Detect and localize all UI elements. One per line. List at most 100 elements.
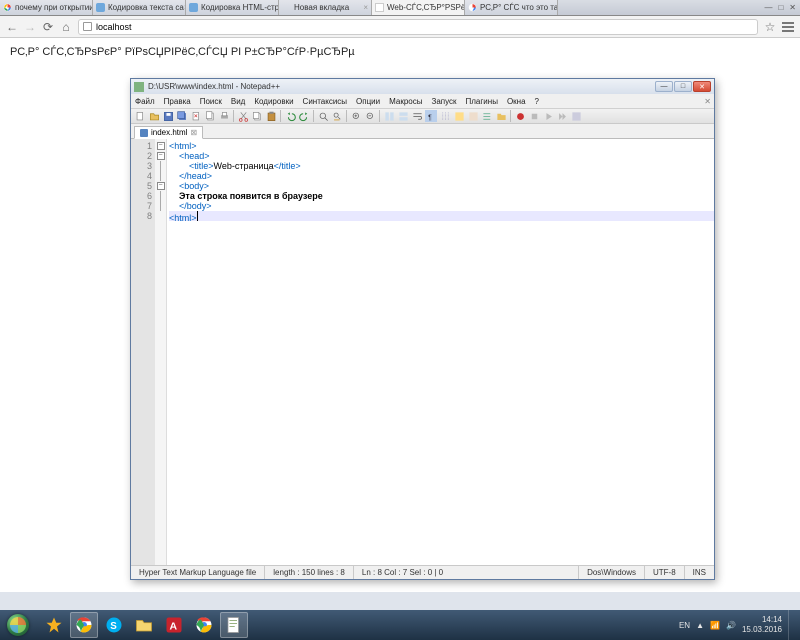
window-close-icon[interactable]: ✕ bbox=[789, 3, 796, 12]
paste-icon[interactable] bbox=[265, 110, 277, 122]
menu-windows[interactable]: Окна bbox=[507, 97, 526, 106]
taskbar-item-chrome[interactable] bbox=[70, 612, 98, 638]
folder-panel-icon[interactable] bbox=[495, 110, 507, 122]
back-button[interactable]: ← bbox=[6, 21, 18, 33]
taskbar-item-chrome-2[interactable] bbox=[190, 612, 218, 638]
bookmark-star-icon[interactable]: ☆ bbox=[764, 21, 776, 33]
show-all-chars-icon[interactable]: ¶ bbox=[425, 110, 437, 122]
npp-title: D:\USR\www\index.html - Notepad++ bbox=[148, 82, 280, 91]
page-icon bbox=[96, 3, 105, 12]
menu-help[interactable]: ? bbox=[535, 97, 539, 106]
browser-tab[interactable]: Новая вкладка × bbox=[279, 0, 372, 15]
window-close-button[interactable]: ✕ bbox=[693, 81, 711, 92]
menu-search[interactable]: Поиск bbox=[200, 97, 222, 106]
taskbar-item-skype[interactable]: S bbox=[100, 612, 128, 638]
indent-guide-icon[interactable] bbox=[439, 110, 451, 122]
show-desktop-button[interactable] bbox=[788, 610, 796, 640]
fold-toggle-icon[interactable]: − bbox=[157, 142, 165, 150]
taskbar-item-adobe-reader[interactable]: A bbox=[160, 612, 188, 638]
window-minimize-button[interactable]: — bbox=[655, 81, 673, 92]
browser-tab[interactable]: почему при открытии × bbox=[0, 0, 93, 15]
browser-tab[interactable]: Кодировка HTML-стр × bbox=[186, 0, 279, 15]
replace-icon[interactable] bbox=[331, 110, 343, 122]
new-file-icon[interactable] bbox=[134, 110, 146, 122]
chrome-menu-icon[interactable] bbox=[782, 22, 794, 32]
file-tab-close-icon[interactable]: ⊠ bbox=[190, 128, 197, 137]
close-file-icon[interactable] bbox=[190, 110, 202, 122]
zoom-out-icon[interactable] bbox=[364, 110, 376, 122]
fold-gutter: − − − bbox=[155, 139, 167, 565]
window-maximize-icon[interactable]: □ bbox=[778, 3, 783, 12]
menu-file[interactable]: Файл bbox=[135, 97, 155, 106]
tab-close-icon[interactable]: × bbox=[363, 3, 368, 12]
window-maximize-button[interactable]: □ bbox=[674, 81, 692, 92]
tray-flag-icon[interactable]: ▲ bbox=[696, 621, 704, 630]
google-icon bbox=[468, 3, 477, 12]
macro-play-icon[interactable] bbox=[542, 110, 554, 122]
npp-file-tab[interactable]: index.html ⊠ bbox=[134, 126, 203, 139]
browser-tab-active[interactable]: Web-СЃС‚СЂР°РЅРёС × bbox=[372, 0, 465, 15]
menu-macros[interactable]: Макросы bbox=[389, 97, 422, 106]
home-button[interactable]: ⌂ bbox=[60, 21, 72, 33]
tray-volume-icon[interactable]: 🔊 bbox=[726, 621, 736, 630]
taskbar-item-explorer[interactable] bbox=[130, 612, 158, 638]
browser-toolbar: ← → ⟳ ⌂ localhost ☆ bbox=[0, 16, 800, 38]
status-length: length : 150 lines : 8 bbox=[265, 566, 354, 579]
menu-edit[interactable]: Правка bbox=[164, 97, 191, 106]
browser-tab[interactable]: РС‚Р° СЃС что это так × bbox=[465, 0, 558, 15]
menu-view[interactable]: Вид bbox=[231, 97, 245, 106]
reload-button[interactable]: ⟳ bbox=[42, 21, 54, 33]
close-all-icon[interactable] bbox=[204, 110, 216, 122]
document-close-icon[interactable]: ✕ bbox=[704, 97, 711, 106]
macro-save-icon[interactable] bbox=[570, 110, 582, 122]
blank-icon bbox=[282, 3, 291, 12]
status-position: Ln : 8 Col : 7 Sel : 0 | 0 bbox=[354, 566, 579, 579]
doc-map-icon[interactable] bbox=[467, 110, 479, 122]
start-button[interactable] bbox=[0, 610, 36, 640]
lang-udl-icon[interactable] bbox=[453, 110, 465, 122]
sync-h-icon[interactable] bbox=[397, 110, 409, 122]
menu-options[interactable]: Опции bbox=[356, 97, 380, 106]
npp-statusbar: Hyper Text Markup Language file length :… bbox=[131, 565, 714, 579]
menu-encoding[interactable]: Кодировки bbox=[254, 97, 293, 106]
language-indicator[interactable]: EN bbox=[679, 621, 690, 630]
browser-tab[interactable]: Кодировка текста са × bbox=[93, 0, 186, 15]
window-minimize-icon[interactable]: — bbox=[764, 3, 772, 12]
macro-record-icon[interactable] bbox=[514, 110, 526, 122]
copy-icon[interactable] bbox=[251, 110, 263, 122]
google-icon bbox=[3, 3, 12, 12]
zoom-in-icon[interactable] bbox=[350, 110, 362, 122]
find-icon[interactable] bbox=[317, 110, 329, 122]
print-icon[interactable] bbox=[218, 110, 230, 122]
page-icon bbox=[189, 3, 198, 12]
undo-icon[interactable] bbox=[284, 110, 296, 122]
func-list-icon[interactable] bbox=[481, 110, 493, 122]
tray-network-icon[interactable]: 📶 bbox=[710, 621, 720, 630]
window-controls: — □ ✕ bbox=[760, 0, 800, 15]
taskbar-item-aimp[interactable] bbox=[40, 612, 68, 638]
svg-text:A: A bbox=[170, 621, 178, 633]
code-area[interactable]: <html> <head> <title>Web-страница</title… bbox=[167, 139, 714, 565]
fold-toggle-icon[interactable]: − bbox=[157, 152, 165, 160]
taskbar-item-notepadpp[interactable] bbox=[220, 612, 248, 638]
wrap-icon[interactable] bbox=[411, 110, 423, 122]
sync-v-icon[interactable] bbox=[383, 110, 395, 122]
menu-plugins[interactable]: Плагины bbox=[466, 97, 498, 106]
open-file-icon[interactable] bbox=[148, 110, 160, 122]
npp-titlebar[interactable]: D:\USR\www\index.html - Notepad++ — □ ✕ bbox=[131, 79, 714, 94]
tray-clock[interactable]: 14:14 15.03.2016 bbox=[742, 615, 782, 635]
save-icon[interactable] bbox=[162, 110, 174, 122]
cut-icon[interactable] bbox=[237, 110, 249, 122]
menu-run[interactable]: Запуск bbox=[431, 97, 456, 106]
toolbar-separator bbox=[280, 110, 281, 122]
page-icon bbox=[375, 3, 384, 12]
macro-stop-icon[interactable] bbox=[528, 110, 540, 122]
macro-play-multi-icon[interactable] bbox=[556, 110, 568, 122]
address-bar[interactable]: localhost bbox=[78, 19, 758, 35]
menu-syntax[interactable]: Синтаксисы bbox=[303, 97, 348, 106]
save-all-icon[interactable] bbox=[176, 110, 188, 122]
fold-toggle-icon[interactable]: − bbox=[157, 182, 165, 190]
forward-button[interactable]: → bbox=[24, 21, 36, 33]
redo-icon[interactable] bbox=[298, 110, 310, 122]
browser-tab-strip: почему при открытии × Кодировка текста с… bbox=[0, 0, 800, 16]
